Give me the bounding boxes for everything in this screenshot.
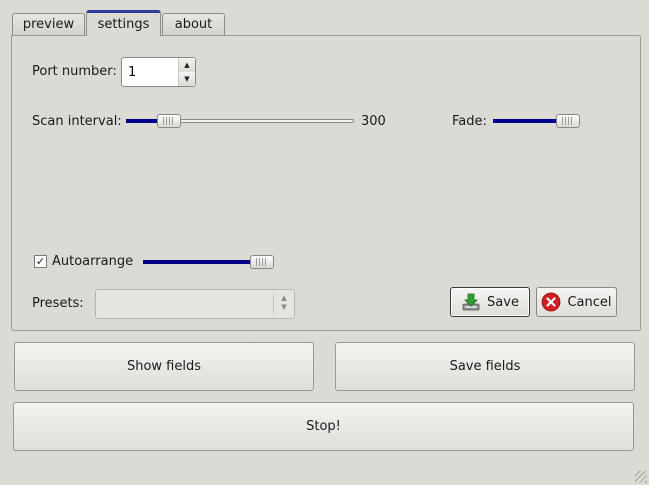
resize-grip-icon[interactable] xyxy=(635,471,647,483)
autoarrange-handle[interactable] xyxy=(250,255,274,269)
scan-interval-handle[interactable] xyxy=(157,114,181,128)
port-number-spinbox: ▲ ▼ xyxy=(121,57,196,87)
port-number-label: Port number: xyxy=(32,64,117,79)
spin-buttons: ▲ ▼ xyxy=(178,58,195,86)
presets-combobox[interactable]: ▲ ▼ xyxy=(95,289,295,319)
show-fields-label: Show fields xyxy=(126,359,202,374)
combo-separator xyxy=(273,295,274,313)
spin-down-button[interactable]: ▼ xyxy=(179,72,195,86)
save-fields-button[interactable]: Save fields xyxy=(335,342,635,391)
stop-button[interactable]: Stop! xyxy=(13,402,634,451)
scan-interval-label: Scan interval: xyxy=(32,114,122,129)
autoarrange-slider[interactable] xyxy=(143,253,274,271)
cancel-button-label: Cancel xyxy=(567,294,612,310)
scan-interval-value: 300 xyxy=(361,114,386,129)
autoarrange-checkbox[interactable]: ✓ xyxy=(34,255,47,268)
grip-icon xyxy=(163,117,175,125)
fade-slider[interactable] xyxy=(493,112,580,130)
autoarrange-label: Autoarrange xyxy=(52,254,134,269)
save-fields-label: Save fields xyxy=(449,359,521,374)
grip-icon xyxy=(256,258,268,266)
port-number-input[interactable] xyxy=(125,61,178,83)
save-button-label: Save xyxy=(487,294,519,310)
check-icon: ✓ xyxy=(35,255,46,268)
autoarrange-fill xyxy=(143,260,262,264)
fade-handle[interactable] xyxy=(556,114,580,128)
spin-down-icon: ▼ xyxy=(184,75,190,83)
fade-label: Fade: xyxy=(452,114,487,129)
save-button[interactable]: Save xyxy=(450,287,530,317)
scan-interval-slider[interactable] xyxy=(126,112,354,130)
spin-up-icon: ▲ xyxy=(184,61,190,69)
spin-up-button[interactable]: ▲ xyxy=(179,58,195,73)
stop-label: Stop! xyxy=(306,419,341,434)
presets-label: Presets: xyxy=(32,296,84,311)
combo-arrows-icon: ▲ ▼ xyxy=(281,294,287,311)
grip-icon xyxy=(562,117,574,125)
cancel-icon xyxy=(542,292,561,312)
cancel-button[interactable]: Cancel xyxy=(536,287,617,317)
save-download-icon xyxy=(462,293,480,311)
show-fields-button[interactable]: Show fields xyxy=(14,342,314,391)
